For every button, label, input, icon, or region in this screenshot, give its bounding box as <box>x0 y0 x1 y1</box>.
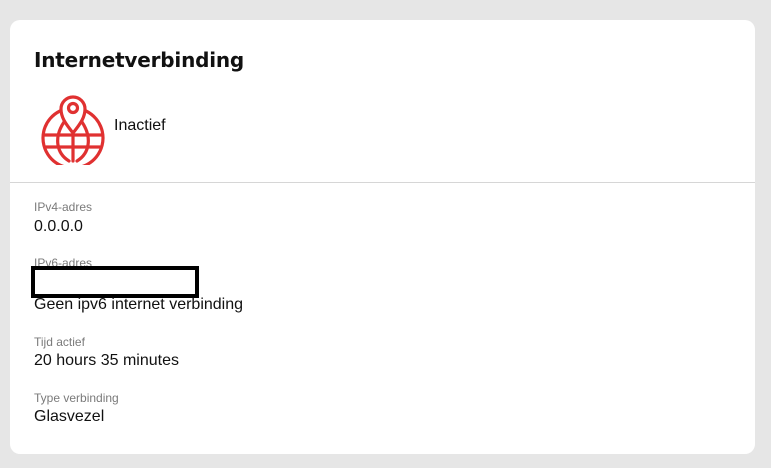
redaction-box <box>31 266 199 298</box>
uptime-value: 20 hours 35 minutes <box>34 352 179 369</box>
connection-status: Inactief <box>114 117 166 134</box>
ipv4-label: IPv4-adres <box>34 200 93 214</box>
internet-connection-card: Internetverbinding Inactief IPv4-adres 0… <box>10 20 755 454</box>
globe-location-pin-icon <box>41 95 105 165</box>
divider <box>10 182 755 183</box>
uptime-label: Tijd actief <box>34 335 85 349</box>
panel-title: Internetverbinding <box>34 48 245 72</box>
connection-type-label: Type verbinding <box>34 391 119 405</box>
connection-type-value: Glasvezel <box>34 408 105 425</box>
ipv6-value: Geen ipv6 internet verbinding <box>34 296 244 313</box>
ipv4-value: 0.0.0.0 <box>34 218 83 235</box>
